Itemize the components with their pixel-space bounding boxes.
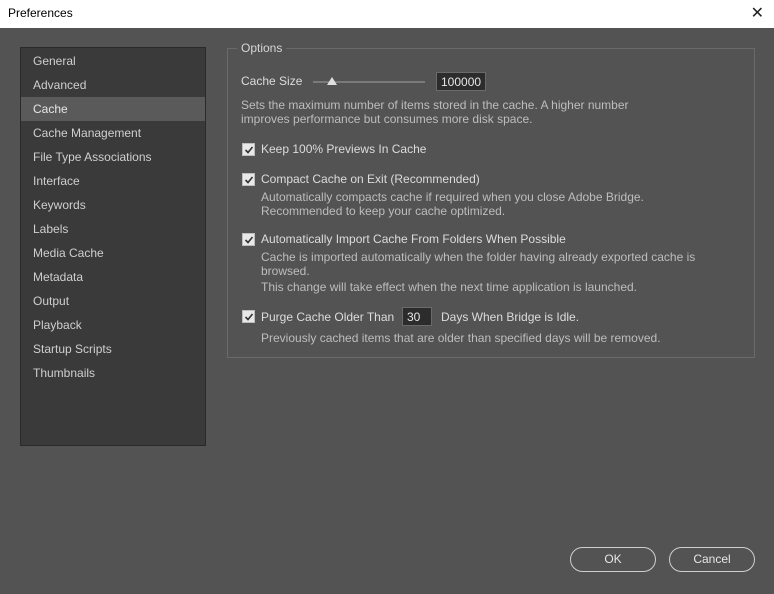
auto-import-description-line1: Cache is imported automatically when the…	[261, 250, 696, 264]
auto-import-description-line3: This change will take effect when the ne…	[261, 280, 637, 294]
sidebar-item-thumbnails[interactable]: Thumbnails	[21, 361, 205, 385]
title-bar: Preferences ✕	[0, 0, 774, 28]
window-title: Preferences	[8, 6, 73, 20]
sidebar-item-keywords[interactable]: Keywords	[21, 193, 205, 217]
preferences-sidebar: General Advanced Cache Cache Management …	[20, 47, 206, 446]
checkmark-icon	[244, 146, 254, 154]
checkmark-icon	[244, 176, 254, 184]
sidebar-item-startup-scripts[interactable]: Startup Scripts	[21, 337, 205, 361]
cache-size-label: Cache Size	[241, 74, 303, 88]
compact-cache-description-line1: Automatically compacts cache if required…	[261, 190, 644, 204]
compact-cache-checkbox[interactable]	[242, 173, 255, 186]
sidebar-item-media-cache[interactable]: Media Cache	[21, 241, 205, 265]
sidebar-item-cache-management[interactable]: Cache Management	[21, 121, 205, 145]
auto-import-label: Automatically Import Cache From Folders …	[261, 232, 566, 246]
auto-import-description-line2: browsed.	[261, 264, 310, 278]
compact-cache-label: Compact Cache on Exit (Recommended)	[261, 172, 480, 186]
close-icon[interactable]: ✕	[751, 3, 764, 23]
keep-previews-checkbox[interactable]	[242, 143, 255, 156]
sidebar-item-output[interactable]: Output	[21, 289, 205, 313]
purge-cache-label-after: Days When Bridge is Idle.	[441, 310, 580, 324]
cache-size-input[interactable]: 100000	[436, 72, 486, 91]
purge-days-input[interactable]: 30	[402, 307, 432, 326]
keep-previews-label: Keep 100% Previews In Cache	[261, 142, 427, 156]
compact-cache-description-line2: Recommended to keep your cache optimized…	[261, 204, 506, 218]
sidebar-item-interface[interactable]: Interface	[21, 169, 205, 193]
sidebar-item-labels[interactable]: Labels	[21, 217, 205, 241]
checkmark-icon	[244, 236, 254, 244]
sidebar-item-advanced[interactable]: Advanced	[21, 73, 205, 97]
purge-cache-description: Previously cached items that are older t…	[261, 331, 661, 345]
checkmark-icon	[244, 313, 254, 321]
sidebar-item-general[interactable]: General	[21, 49, 205, 73]
sidebar-item-file-type-associations[interactable]: File Type Associations	[21, 145, 205, 169]
sidebar-item-cache[interactable]: Cache	[21, 97, 205, 121]
cache-size-description-line2: improves performance but consumes more d…	[241, 112, 533, 126]
cache-size-slider-handle[interactable]	[327, 77, 338, 85]
auto-import-checkbox[interactable]	[242, 233, 255, 246]
sidebar-item-metadata[interactable]: Metadata	[21, 265, 205, 289]
ok-button[interactable]: OK	[570, 547, 656, 572]
options-group-label: Options	[237, 41, 287, 55]
purge-cache-checkbox[interactable]	[242, 310, 255, 323]
cache-size-description-line1: Sets the maximum number of items stored …	[241, 98, 629, 112]
cancel-button[interactable]: Cancel	[669, 547, 755, 572]
purge-cache-label: Purge Cache Older Than	[261, 310, 395, 324]
sidebar-item-playback[interactable]: Playback	[21, 313, 205, 337]
